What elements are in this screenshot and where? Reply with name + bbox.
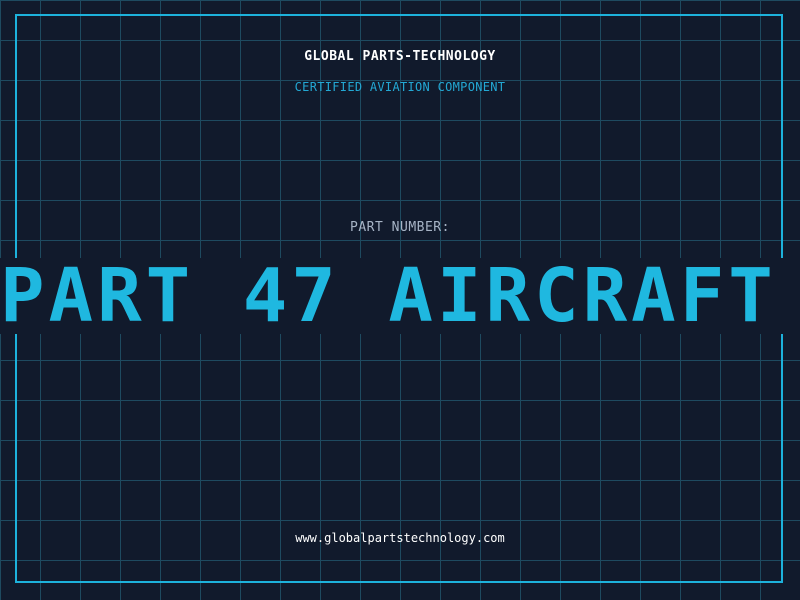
part-number-band: PART 47 AIRCRAFT REG — [0, 258, 800, 334]
company-name: GLOBAL PARTS-TECHNOLOGY — [304, 49, 496, 64]
label-canvas: GLOBAL PARTS-TECHNOLOGY CERTIFIED AVIATI… — [0, 0, 800, 600]
certification-tagline: CERTIFIED AVIATION COMPONENT — [294, 80, 506, 94]
website-url: www.globalpartstechnology.com — [295, 531, 505, 545]
part-number-value: PART 47 AIRCRAFT REG — [0, 258, 800, 334]
part-number-label: PART NUMBER: — [350, 220, 450, 235]
